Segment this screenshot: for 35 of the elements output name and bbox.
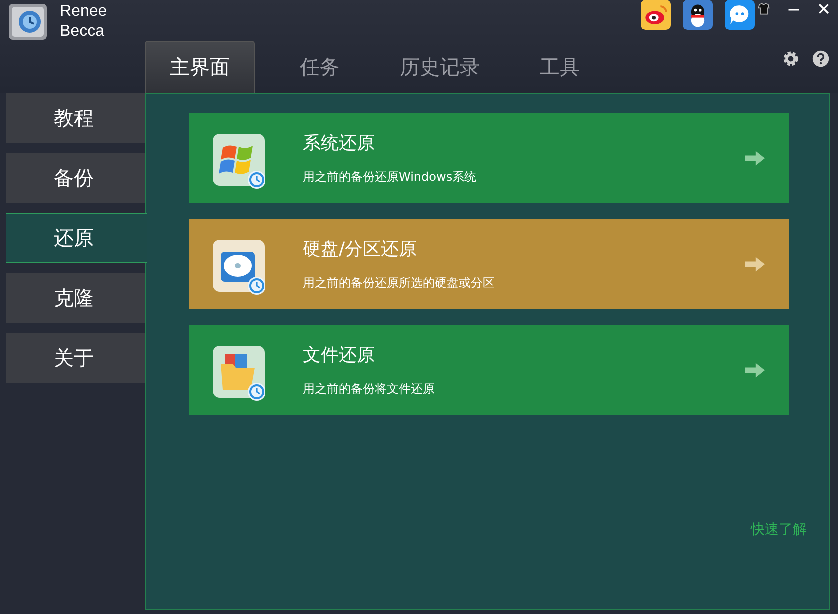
restore-option-card[interactable]: 系统还原 用之前的备份还原Windows系统 [189, 113, 789, 203]
sidebar-item[interactable]: 备份 [6, 153, 145, 203]
penguin-icon[interactable] [682, 0, 714, 30]
app-name: Becca [60, 22, 106, 42]
sidebar-item[interactable]: 教程 [6, 93, 145, 143]
sidebar-item[interactable]: 关于 [6, 333, 145, 383]
restore-option-card[interactable]: 文件还原 用之前的备份将文件还原 [189, 325, 789, 415]
tab[interactable]: 工具 [505, 41, 615, 93]
card-description: 用之前的备份将文件还原 [303, 380, 436, 398]
chat-bubble-icon[interactable] [724, 0, 756, 30]
card-description: 用之前的备份还原所选的硬盘或分区 [303, 274, 496, 292]
sidebar-item[interactable]: 克隆 [6, 273, 145, 323]
card-description: 用之前的备份还原Windows系统 [303, 168, 478, 186]
windows-restore-icon [213, 134, 265, 190]
help-icon[interactable] [812, 50, 830, 68]
tab[interactable]: 主界面 [145, 41, 255, 93]
app-name: Renee [60, 2, 108, 22]
disk-restore-icon [213, 240, 265, 296]
card-title: 硬盘/分区还原 [303, 238, 418, 260]
safe-icon [8, 2, 50, 42]
folder-restore-icon [213, 346, 265, 402]
sidebar-item[interactable]: 还原 [6, 213, 147, 263]
skin-icon[interactable] [756, 2, 772, 16]
settings-icon[interactable] [782, 50, 800, 68]
arrow-icon [745, 362, 765, 378]
tab[interactable]: 任务 [265, 41, 375, 93]
quick-start-link[interactable]: 快速了解 [751, 521, 807, 539]
arrow-icon [745, 150, 765, 166]
tab[interactable]: 历史记录 [385, 41, 495, 93]
weibo-icon[interactable] [640, 0, 672, 30]
arrow-icon [745, 256, 765, 272]
card-title: 文件还原 [303, 344, 376, 366]
restore-option-card[interactable]: 硬盘/分区还原 用之前的备份还原所选的硬盘或分区 [189, 219, 789, 309]
close-icon[interactable] [816, 2, 832, 16]
card-title: 系统还原 [303, 132, 376, 154]
